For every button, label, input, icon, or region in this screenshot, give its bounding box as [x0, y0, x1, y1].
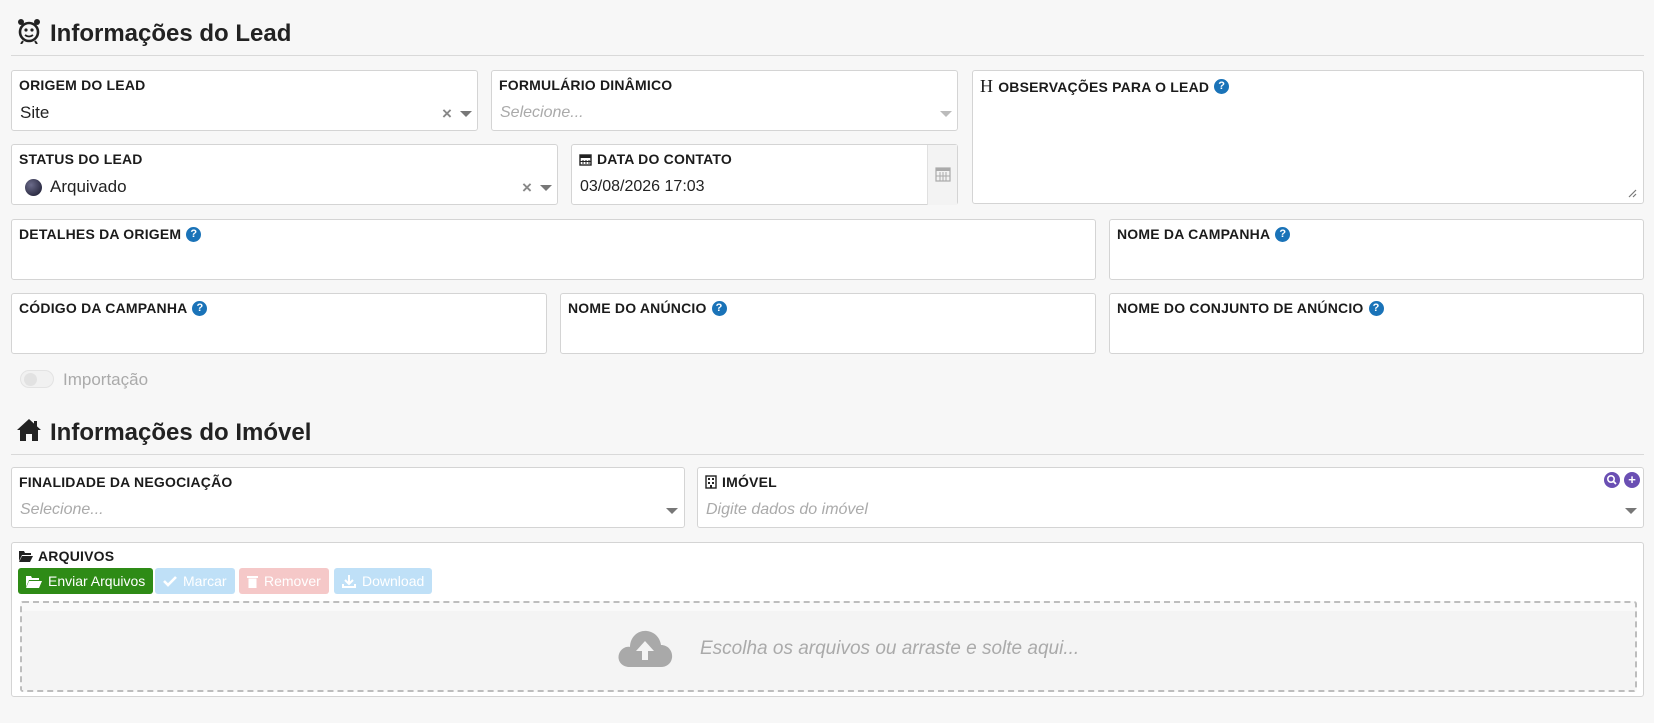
lead-section-title: Informações do Lead — [16, 18, 291, 49]
origem-lead-select[interactable]: ORIGEM DO LEAD Site × — [11, 70, 478, 131]
imovel-section-title: Informações do Imóvel — [16, 418, 311, 447]
origem-lead-value: Site — [20, 103, 50, 122]
chevron-down-icon[interactable] — [666, 508, 678, 514]
add-icon[interactable]: + — [1624, 472, 1640, 488]
lead-section-divider — [11, 55, 1644, 56]
imovel-label: IMÓVEL — [722, 474, 777, 490]
heading-format-icon: H — [980, 76, 994, 96]
search-icon[interactable] — [1604, 472, 1620, 488]
nome-conjunto-label: NOME DO CONJUNTO DE ANÚNCIO — [1117, 300, 1364, 316]
folder-open-icon — [26, 575, 42, 588]
finalidade-placeholder: Selecione... — [20, 501, 104, 518]
codigo-campanha-label: CÓDIGO DA CAMPANHA — [19, 300, 188, 316]
importacao-label: Importação — [63, 370, 149, 389]
calendar-icon — [935, 167, 951, 182]
nome-conjunto-label-row: NOME DO CONJUNTO DE ANÚNCIO ? — [1117, 300, 1384, 316]
imovel-label-row: IMÓVEL — [705, 474, 777, 490]
status-lead-label: STATUS DO LEAD — [19, 151, 143, 167]
imovel-section-title-text: Informações do Imóvel — [50, 418, 312, 446]
download-button[interactable]: Download — [334, 568, 433, 594]
calendar-icon — [579, 153, 592, 166]
calendar-addon-button[interactable] — [927, 145, 957, 205]
imovel-placeholder: Digite dados do imóvel — [706, 501, 868, 518]
lead-section-title-text: Informações do Lead — [50, 19, 292, 47]
folder-open-icon — [19, 551, 33, 562]
nome-campanha-label: NOME DA CAMPANHA — [1117, 226, 1271, 242]
observacoes-textarea[interactable]: H OBSERVAÇÕES PARA O LEAD ? — [972, 70, 1644, 204]
nome-campanha-input[interactable]: NOME DA CAMPANHA ? — [1109, 219, 1644, 280]
codigo-campanha-input[interactable]: CÓDIGO DA CAMPANHA ? — [11, 293, 547, 354]
download-icon — [342, 574, 356, 588]
building-icon — [705, 475, 717, 489]
arquivos-label: ARQUIVOS — [38, 548, 115, 564]
data-contato-label: DATA DO CONTATO — [597, 151, 732, 167]
finalidade-label: FINALIDADE DA NEGOCIAÇÃO — [19, 474, 233, 490]
alarm-clock-icon — [16, 18, 42, 49]
chevron-down-icon[interactable] — [1625, 508, 1637, 514]
imovel-section-divider — [11, 454, 1644, 455]
help-icon[interactable]: ? — [192, 300, 208, 316]
dropzone-text: Escolha os arquivos ou arraste e solte a… — [700, 638, 1080, 659]
help-icon[interactable]: ? — [1275, 226, 1291, 242]
remover-label: Remover — [264, 573, 321, 589]
detalhes-origem-label: DETALHES DA ORIGEM — [19, 226, 182, 242]
arquivos-label-row: ARQUIVOS — [19, 548, 114, 564]
nome-anuncio-label: NOME DO ANÚNCIO — [568, 300, 707, 316]
detalhes-origem-label-row: DETALHES DA ORIGEM ? — [19, 226, 202, 242]
help-icon[interactable]: ? — [1214, 79, 1230, 94]
nome-anuncio-label-row: NOME DO ANÚNCIO ? — [568, 300, 727, 316]
finalidade-negociacao-select[interactable]: FINALIDADE DA NEGOCIAÇÃO Selecione... — [11, 467, 685, 528]
observacoes-label: OBSERVAÇÕES PARA O LEAD — [998, 78, 1210, 95]
download-label: Download — [362, 573, 425, 589]
marcar-button[interactable]: Marcar — [155, 568, 235, 594]
enviar-arquivos-label: Enviar Arquivos — [48, 573, 146, 589]
formulario-dinamico-select[interactable]: FORMULÁRIO DINÂMICO Selecione... — [491, 70, 958, 131]
cloud-upload-icon — [618, 630, 673, 667]
data-contato-label-row: DATA DO CONTATO — [579, 151, 732, 167]
codigo-campanha-label-row: CÓDIGO DA CAMPANHA ? — [19, 300, 208, 316]
observacoes-label-row: H OBSERVAÇÕES PARA O LEAD ? — [980, 76, 1230, 97]
check-icon — [163, 576, 177, 587]
file-dropzone[interactable]: Escolha os arquivos ou arraste e solte a… — [20, 601, 1637, 692]
data-contato-input[interactable]: DATA DO CONTATO 03/08/2026 17:03 — [571, 144, 958, 205]
marcar-label: Marcar — [183, 573, 227, 589]
status-lead-value: Arquivado — [50, 177, 127, 196]
status-lead-select[interactable]: STATUS DO LEAD Arquivado × — [11, 144, 558, 205]
importacao-toggle[interactable] — [20, 370, 54, 388]
resize-handle-icon[interactable] — [1627, 188, 1637, 198]
imovel-search-input[interactable]: IMÓVEL + Digite dados do imóvel — [697, 467, 1644, 528]
formulario-dinamico-label: FORMULÁRIO DINÂMICO — [499, 77, 673, 93]
chevron-down-icon[interactable] — [940, 111, 952, 117]
status-dot-icon — [25, 179, 42, 196]
clear-icon[interactable]: × — [442, 105, 452, 122]
nome-anuncio-input[interactable]: NOME DO ANÚNCIO ? — [560, 293, 1096, 354]
nome-conjunto-anuncio-input[interactable]: NOME DO CONJUNTO DE ANÚNCIO ? — [1109, 293, 1644, 354]
help-icon[interactable]: ? — [1368, 300, 1384, 316]
clear-icon[interactable]: × — [522, 179, 532, 196]
toggle-knob — [24, 373, 37, 386]
origem-lead-label: ORIGEM DO LEAD — [19, 77, 146, 93]
nome-campanha-label-row: NOME DA CAMPANHA ? — [1117, 226, 1291, 242]
chevron-down-icon[interactable] — [460, 111, 472, 117]
remover-button[interactable]: Remover — [239, 568, 329, 594]
trash-icon — [247, 575, 258, 588]
enviar-arquivos-button[interactable]: Enviar Arquivos — [18, 568, 154, 594]
data-contato-value: 03/08/2026 17:03 — [580, 178, 705, 195]
chevron-down-icon[interactable] — [540, 185, 552, 191]
help-icon[interactable]: ? — [186, 226, 202, 242]
formulario-dinamico-placeholder: Selecione... — [500, 104, 584, 121]
help-icon[interactable]: ? — [711, 300, 727, 316]
detalhes-origem-input[interactable]: DETALHES DA ORIGEM ? — [11, 219, 1096, 280]
home-icon — [16, 418, 42, 447]
